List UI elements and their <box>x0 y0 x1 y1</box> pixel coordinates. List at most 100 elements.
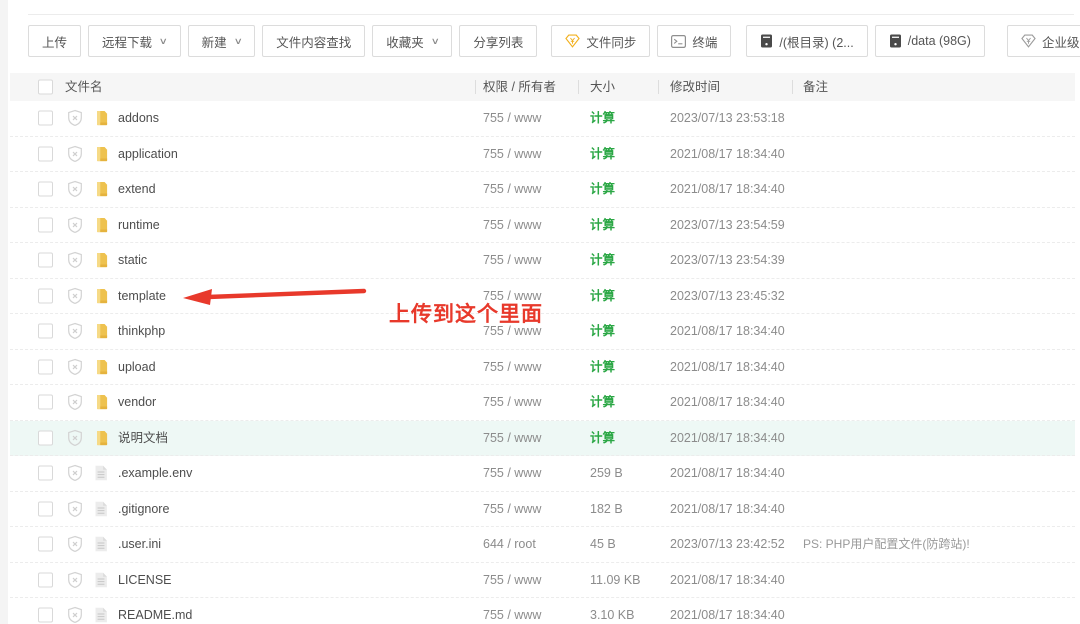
file-icon <box>94 572 108 588</box>
file-name[interactable]: runtime <box>118 208 160 244</box>
table-row: README.md 755 / www 3.10 KB 2021/08/17 1… <box>10 598 1075 624</box>
file-size: 3.10 KB <box>590 598 634 624</box>
chevron-down-icon: ∨ <box>233 36 242 47</box>
calc-size-link[interactable]: 计算 <box>590 172 615 208</box>
tamper-status-icon[interactable] <box>66 251 84 269</box>
calc-size-link[interactable]: 计算 <box>590 279 615 315</box>
modified-time: 2021/08/17 18:34:40 <box>670 421 785 457</box>
tamper-status-icon[interactable] <box>66 109 84 127</box>
file-name[interactable]: upload <box>118 350 156 386</box>
row-checkbox[interactable] <box>38 608 53 623</box>
tamper-status-icon[interactable] <box>66 358 84 376</box>
row-checkbox[interactable] <box>38 430 53 445</box>
file-name[interactable]: .example.env <box>118 456 192 492</box>
gem-icon <box>1021 34 1036 48</box>
perm-owner-value: 755 / www <box>483 421 541 457</box>
calc-size-link[interactable]: 计算 <box>590 208 615 244</box>
row-checkbox[interactable] <box>38 253 53 268</box>
tamper-status-icon[interactable] <box>66 464 84 482</box>
tamper-status-icon[interactable] <box>66 180 84 198</box>
table-row: addons 755 / www 计算 2023/07/13 23:53:18 <box>10 101 1075 137</box>
row-checkbox[interactable] <box>38 288 53 303</box>
terminal-button[interactable]: 终端 <box>657 25 731 57</box>
row-checkbox[interactable] <box>38 217 53 232</box>
disk-root-button[interactable]: /(根目录) (2... <box>746 25 867 57</box>
file-name[interactable]: README.md <box>118 598 192 624</box>
tamper-status-icon[interactable] <box>66 429 84 447</box>
calc-size-link[interactable]: 计算 <box>590 243 615 279</box>
file-size: 259 B <box>590 456 623 492</box>
perm-owner-value: 755 / www <box>483 208 541 244</box>
calc-size-link[interactable]: 计算 <box>590 421 615 457</box>
toolbar: 上传 远程下载 ∨ 新建 ∨ 文件内容查找 收藏夹 ∨ 分享列表 文件同步 终端… <box>28 25 1080 57</box>
tamper-status-icon[interactable] <box>66 216 84 234</box>
row-checkbox[interactable] <box>38 501 53 516</box>
button-label: /data (98G) <box>908 34 971 48</box>
row-checkbox[interactable] <box>38 324 53 339</box>
file-icon <box>94 536 108 552</box>
folder-icon <box>94 429 110 446</box>
row-checkbox[interactable] <box>38 466 53 481</box>
header-filename: 文件名 <box>65 73 103 101</box>
tamper-status-icon[interactable] <box>66 500 84 518</box>
perm-owner-value: 755 / www <box>483 137 541 173</box>
file-name[interactable]: LICENSE <box>118 563 172 599</box>
row-checkbox[interactable] <box>38 537 53 552</box>
perm-owner-value: 755 / www <box>483 563 541 599</box>
file-name[interactable]: vendor <box>118 385 156 421</box>
calc-size-link[interactable]: 计算 <box>590 137 615 173</box>
file-content-search-button[interactable]: 文件内容查找 <box>262 25 365 57</box>
row-checkbox[interactable] <box>38 395 53 410</box>
file-name[interactable]: .user.ini <box>118 527 161 563</box>
folder-icon <box>94 181 110 198</box>
favorites-button[interactable]: 收藏夹 ∨ <box>372 25 452 57</box>
tamper-status-icon[interactable] <box>66 606 84 624</box>
row-checkbox[interactable] <box>38 146 53 161</box>
row-checkbox[interactable] <box>38 182 53 197</box>
tamper-status-icon[interactable] <box>66 287 84 305</box>
calc-size-link[interactable]: 计算 <box>590 385 615 421</box>
tamper-proof-button[interactable]: 企业级防篡改 <box>1007 25 1080 57</box>
disk-data-button[interactable]: /data (98G) <box>875 25 985 57</box>
file-name[interactable]: .gitignore <box>118 492 169 528</box>
modified-time: 2023/07/13 23:45:32 <box>670 279 785 315</box>
tamper-status-icon[interactable] <box>66 393 84 411</box>
table-row: upload 755 / www 计算 2021/08/17 18:34:40 <box>10 350 1075 386</box>
perm-owner-value: 755 / www <box>483 172 541 208</box>
file-name[interactable]: template <box>118 279 166 315</box>
tamper-status-icon[interactable] <box>66 571 84 589</box>
file-name[interactable]: 说明文档 <box>118 421 168 457</box>
file-sync-button[interactable]: 文件同步 <box>551 25 650 57</box>
calc-size-link[interactable]: 计算 <box>590 314 615 350</box>
file-name[interactable]: application <box>118 137 178 173</box>
button-label: 文件内容查找 <box>276 32 351 51</box>
header-divider <box>658 80 659 94</box>
calc-size-link[interactable]: 计算 <box>590 101 615 137</box>
remote-download-button[interactable]: 远程下载 ∨ <box>88 25 181 57</box>
file-name[interactable]: extend <box>118 172 156 208</box>
button-label: /(根目录) (2... <box>779 32 853 51</box>
perm-owner-value: 755 / www <box>483 101 541 137</box>
row-checkbox[interactable] <box>38 111 53 126</box>
modified-time: 2023/07/13 23:42:52 <box>670 527 785 563</box>
button-label: 终端 <box>692 32 717 51</box>
calc-size-link[interactable]: 计算 <box>590 350 615 386</box>
new-button[interactable]: 新建 ∨ <box>188 25 256 57</box>
button-label: 收藏夹 <box>386 32 424 51</box>
tamper-status-icon[interactable] <box>66 145 84 163</box>
select-all-checkbox[interactable] <box>38 80 53 95</box>
row-checkbox[interactable] <box>38 572 53 587</box>
tamper-status-icon[interactable] <box>66 535 84 553</box>
share-list-button[interactable]: 分享列表 <box>459 25 537 57</box>
tamper-status-icon[interactable] <box>66 322 84 340</box>
perm-owner-value: 755 / www <box>483 456 541 492</box>
file-name[interactable]: static <box>118 243 147 279</box>
upload-button[interactable]: 上传 <box>28 25 81 57</box>
annotation-text: 上传到这个里面 <box>389 298 543 328</box>
file-name[interactable]: addons <box>118 101 159 137</box>
file-name[interactable]: thinkphp <box>118 314 165 350</box>
row-checkbox[interactable] <box>38 359 53 374</box>
file-icon <box>94 465 108 481</box>
button-label: 分享列表 <box>473 32 523 51</box>
chevron-down-icon: ∨ <box>430 36 439 47</box>
